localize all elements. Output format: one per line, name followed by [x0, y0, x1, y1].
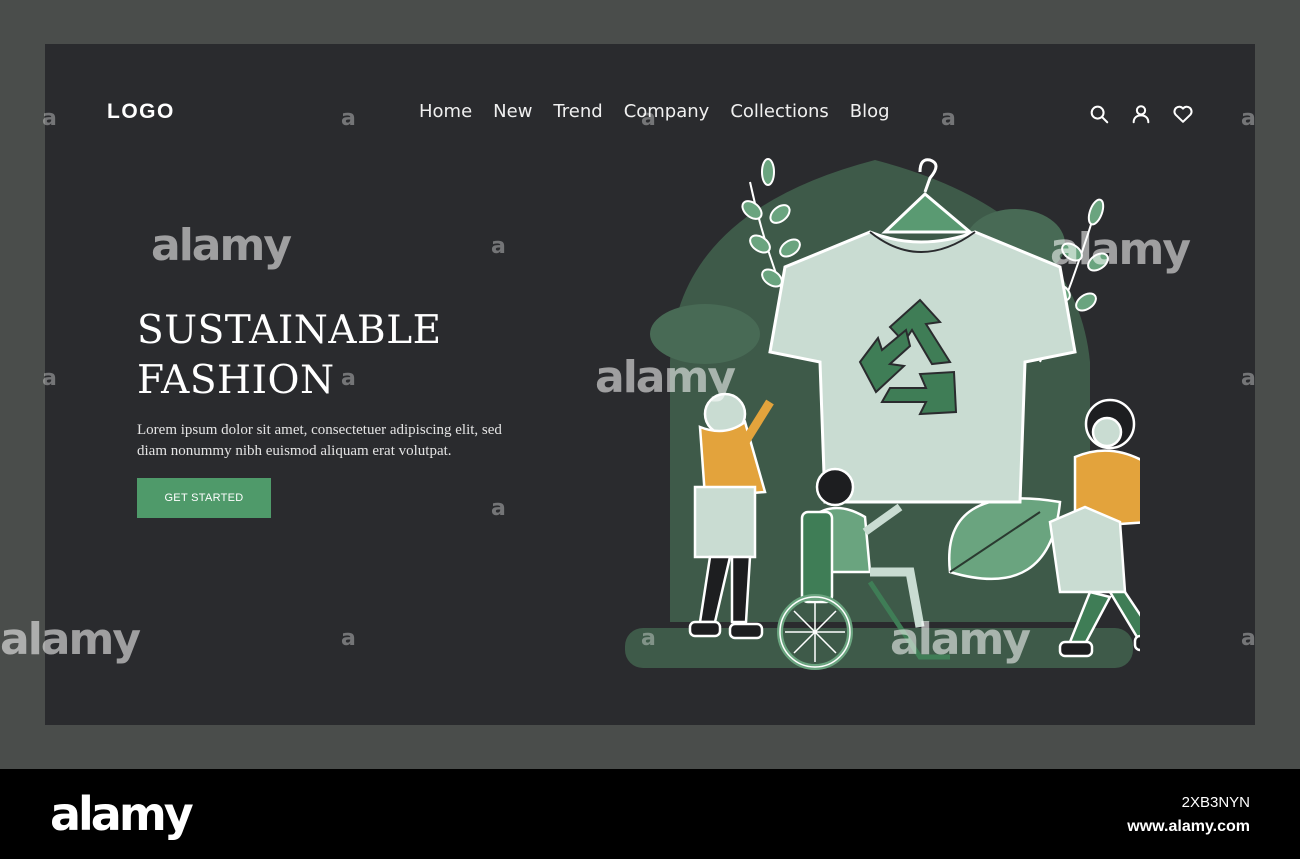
watermark-mark: a	[341, 106, 356, 131]
hero-title: SUSTAINABLE FASHION	[137, 308, 442, 403]
get-started-button[interactable]: GET STARTED	[137, 478, 271, 518]
stock-footer: alamy 2XB3NYN www.alamy.com	[0, 769, 1300, 859]
header-actions	[1088, 103, 1194, 125]
watermark: alamy	[595, 352, 736, 403]
alamy-logo: alamy	[50, 787, 194, 841]
nav-item-home[interactable]: Home	[419, 101, 472, 122]
nav-item-blog[interactable]: Blog	[850, 101, 890, 122]
search-icon[interactable]	[1088, 103, 1110, 125]
heart-icon[interactable]	[1172, 103, 1194, 125]
nav-item-collections[interactable]: Collections	[730, 101, 828, 122]
image-credit: 2XB3NYN www.alamy.com	[1127, 791, 1250, 839]
image-id: 2XB3NYN	[1181, 794, 1250, 811]
watermark-mark: a	[641, 106, 656, 131]
watermark-mark: a	[341, 626, 356, 651]
user-icon[interactable]	[1130, 103, 1152, 125]
hero-description: Lorem ipsum dolor sit amet, consectetuer…	[137, 422, 502, 459]
watermark-mark: a	[491, 496, 506, 521]
source-url: www.alamy.com	[1127, 818, 1250, 835]
nav-item-new[interactable]: New	[493, 101, 532, 122]
watermark-mark: a	[1241, 626, 1256, 651]
watermark-mark: a	[491, 234, 506, 259]
watermark-mark: a	[941, 106, 956, 131]
watermark: alamy	[0, 614, 141, 665]
watermark-mark: a	[341, 366, 356, 391]
nav-item-company[interactable]: Company	[624, 101, 710, 122]
watermark-mark: a	[42, 106, 57, 131]
watermark: alamy	[151, 220, 292, 271]
watermark: alamy	[890, 614, 1031, 665]
watermark-mark: a	[1241, 366, 1256, 391]
landing-card: LOGO Home New Trend Company Collections …	[0, 44, 1256, 725]
watermark-mark: a	[1241, 106, 1256, 131]
watermark: alamy	[1050, 224, 1191, 275]
watermark-mark: a	[42, 366, 57, 391]
watermark-mark: a	[641, 626, 656, 651]
nav-item-trend[interactable]: Trend	[553, 101, 602, 122]
site-logo[interactable]: LOGO	[107, 100, 175, 124]
